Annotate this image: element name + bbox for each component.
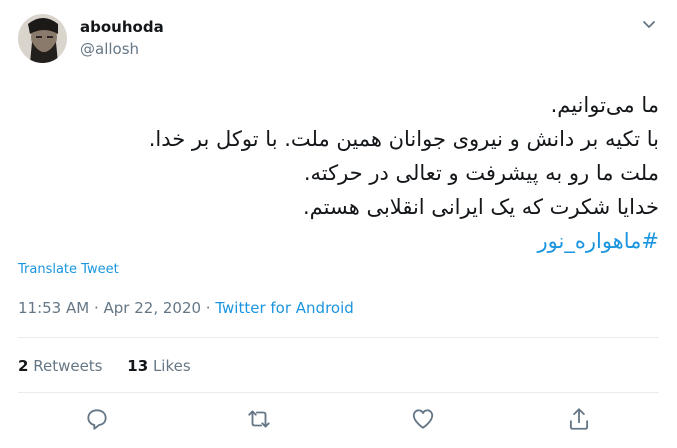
retweets-stat[interactable]: 2 Retweets (18, 357, 103, 375)
retweets-label: Retweets (33, 357, 103, 375)
likes-label: Likes (152, 357, 191, 375)
tweet-text: ما می‌توانیم. با تکیه بر دانش و نیروی جو… (19, 88, 659, 258)
tweet-time[interactable]: 11:53 AM (18, 299, 89, 317)
retweet-icon[interactable] (246, 406, 272, 432)
tweet-source-link[interactable]: Twitter for Android (215, 299, 353, 317)
tweet-stats: 2 Retweets 13 Likes (18, 357, 211, 375)
share-icon[interactable] (566, 406, 592, 432)
tweet-line: ملت ما رو به پیشرفت و تعالی در حرکته. (303, 161, 659, 185)
avatar-image (18, 14, 67, 63)
reply-icon[interactable] (84, 406, 110, 432)
action-bar (0, 404, 677, 434)
likes-stat[interactable]: 13 Likes (127, 357, 190, 375)
heart-icon[interactable] (410, 406, 436, 432)
tweet-line: با تکیه بر دانش و نیروی جوانان همین ملت.… (148, 127, 659, 151)
hashtag-link[interactable]: #ماهواره_نور (19, 224, 659, 258)
meta-separator: · (89, 299, 104, 317)
retweets-count: 2 (18, 357, 29, 375)
divider (18, 337, 659, 338)
divider (18, 392, 659, 393)
tweet-line: ما می‌توانیم. (550, 93, 659, 117)
meta-separator: · (201, 299, 216, 317)
chevron-down-icon[interactable] (639, 14, 659, 34)
translate-tweet-link[interactable]: Translate Tweet (18, 262, 119, 277)
tweet-line: خدایا شکرت که یک ایرانی انقلابی هستم. (302, 195, 659, 219)
likes-count: 13 (127, 357, 149, 375)
display-name[interactable]: abouhoda (80, 18, 164, 36)
avatar[interactable] (18, 14, 67, 63)
tweet-meta: 11:53 AM · Apr 22, 2020 · Twitter for An… (18, 299, 354, 317)
user-handle[interactable]: @allosh (80, 40, 139, 58)
tweet-date[interactable]: Apr 22, 2020 (104, 299, 202, 317)
